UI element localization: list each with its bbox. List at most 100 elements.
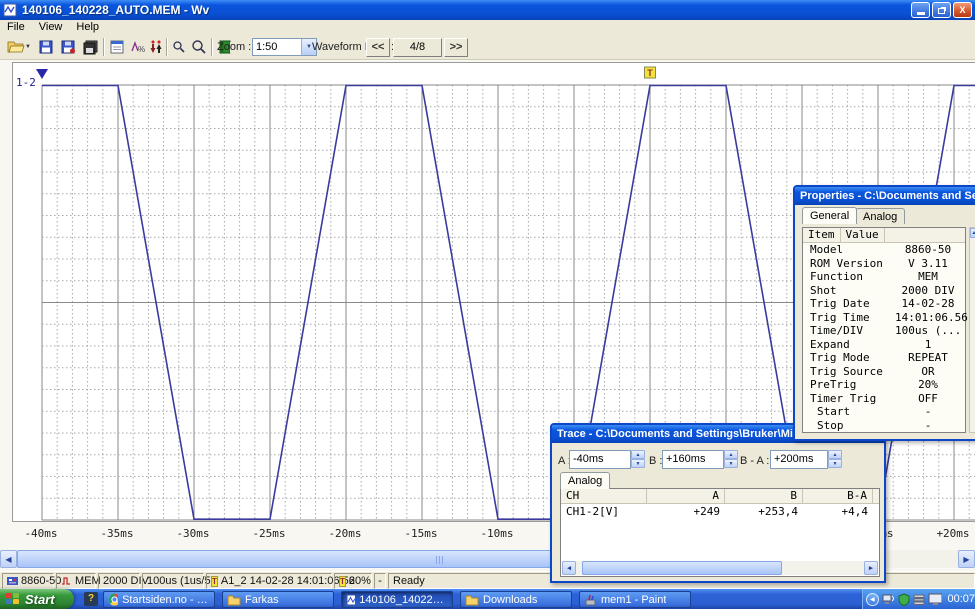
spin-down-icon[interactable]: ▼	[724, 459, 738, 468]
cursor-b-spinner[interactable]: ▲ ▼	[724, 450, 738, 469]
open-folder-icon	[7, 39, 25, 55]
toolbar-separator	[166, 38, 168, 56]
taskbar-item-downloads[interactable]: Downloads	[460, 591, 572, 608]
x-axis-label: -30ms	[168, 527, 218, 540]
property-item: Trig Time	[803, 311, 895, 325]
arrows-up-down-icon	[148, 39, 164, 55]
trigger-icon: T	[211, 576, 218, 587]
scrollbar-thumb[interactable]	[582, 561, 782, 575]
trace-table: CH A B B-A CH1-2[V]+249+253,4+4,4 ◀ ▶	[560, 488, 880, 577]
property-row: Stop-	[803, 419, 965, 433]
property-item: Timer Trig	[803, 392, 895, 406]
column-b-a: B-A	[803, 489, 873, 504]
save-as-button[interactable]	[58, 37, 78, 57]
properties-sheet-icon	[109, 39, 125, 55]
menu-view[interactable]: View	[32, 20, 70, 34]
folder-icon	[227, 594, 241, 606]
next-file-button[interactable]: >>	[444, 38, 468, 57]
properties-table: Item Value Model8860-50ROM VersionV 3.11…	[802, 227, 966, 433]
zoom-select[interactable]: 1:50 ▼	[252, 38, 317, 56]
taskbar-item-farkas[interactable]: Farkas	[222, 591, 334, 608]
taskbar-item-paint[interactable]: mem1 - Paint	[579, 591, 691, 608]
properties-window-title[interactable]: Properties - C:\Documents and Settings\B	[795, 187, 975, 205]
properties-vertical-scrollbar[interactable]: ▲	[969, 227, 975, 433]
collapse-chevron-icon[interactable]: ◀	[866, 593, 879, 606]
cursor-a-spinner[interactable]: ▲ ▼	[631, 450, 645, 469]
status-timediv: 100us (1us/5)	[142, 573, 204, 589]
cursor-b-input[interactable]: +160ms	[662, 450, 724, 469]
property-value: 20%	[895, 378, 961, 392]
column-ch: CH	[561, 489, 647, 504]
spin-down-icon[interactable]: ▼	[631, 459, 645, 468]
layers-icon[interactable]	[913, 593, 925, 605]
scroll-right-icon[interactable]: ▶	[864, 561, 878, 575]
open-file-button[interactable]: ▼	[4, 37, 34, 57]
minimize-button[interactable]	[911, 2, 930, 18]
tab-analog[interactable]: Analog	[560, 472, 610, 489]
property-value: 1	[895, 338, 961, 352]
menu-help[interactable]: Help	[69, 20, 106, 34]
zoom-in-button[interactable]	[190, 37, 208, 57]
svg-text:%: %	[138, 45, 145, 54]
property-value: 14-02-28	[895, 297, 961, 311]
trace-table-body: CH1-2[V]+249+253,4+4,4	[561, 504, 879, 519]
taskbar-item-browser[interactable]: Startsiden.no - Googl...	[103, 591, 215, 608]
cursor-b-a-spinner[interactable]: ▲ ▼	[828, 450, 842, 469]
spin-down-icon[interactable]: ▼	[828, 459, 842, 468]
browser-icon	[108, 593, 118, 606]
system-tray: ◀ 00:07	[862, 589, 975, 609]
property-item: Function	[803, 270, 895, 284]
waveform-convert-button[interactable]: %	[128, 37, 148, 57]
tab-analog[interactable]: Analog	[855, 208, 905, 224]
scroll-up-icon[interactable]: ▲	[970, 228, 975, 238]
property-item: ROM Version	[803, 257, 895, 271]
save-button[interactable]	[36, 37, 56, 57]
property-row: Shot2000 DIV	[803, 284, 965, 298]
transfer-button[interactable]	[146, 37, 166, 57]
cursor-b-a-input[interactable]: +200ms	[770, 450, 828, 469]
cursor-a-input[interactable]: -40ms	[569, 450, 631, 469]
paint-icon	[584, 594, 597, 606]
open-dropdown-arrow-icon: ▼	[25, 44, 31, 50]
x-axis-label: -10ms	[472, 527, 522, 540]
network-icon[interactable]	[882, 593, 896, 606]
menu-file[interactable]: File	[0, 20, 32, 34]
shield-icon[interactable]	[898, 593, 910, 606]
scroll-left-icon[interactable]: ◀	[0, 550, 17, 568]
taskbar: Start ? Startsiden.no - Googl... Farkas …	[0, 589, 975, 609]
status-pretrig: T 20%	[334, 573, 372, 589]
property-item: Trig Source	[803, 365, 895, 379]
floppy-icon	[38, 39, 54, 55]
status-dash: -	[374, 573, 386, 589]
zoom-out-button[interactable]	[170, 37, 188, 57]
column-value: Value	[841, 228, 885, 243]
property-row: ROM VersionV 3.11	[803, 257, 965, 271]
trace-row[interactable]: CH1-2[V]+249+253,4+4,4	[561, 504, 879, 519]
previous-file-button[interactable]: <<	[366, 38, 390, 57]
property-row: Trig SourceOR	[803, 365, 965, 379]
close-button[interactable]: X	[953, 2, 972, 18]
device-icon	[7, 576, 18, 586]
status-model: 8860-50	[2, 573, 54, 589]
cursor-a-marker[interactable]	[36, 69, 48, 79]
restore-button[interactable]	[932, 2, 951, 18]
property-row: Model8860-50	[803, 243, 965, 257]
toolbar-separator	[211, 38, 213, 56]
tab-general[interactable]: General	[802, 207, 857, 224]
properties-table-body: Model8860-50ROM VersionV 3.11FunctionMEM…	[803, 243, 965, 432]
column-b: B	[725, 489, 803, 504]
display-icon[interactable]	[928, 593, 943, 606]
properties-button[interactable]	[107, 37, 127, 57]
scroll-right-icon[interactable]: ▶	[958, 550, 975, 568]
copy-to-disk-button[interactable]	[80, 37, 100, 57]
spin-up-icon[interactable]: ▲	[828, 450, 842, 459]
spin-up-icon[interactable]: ▲	[724, 450, 738, 459]
taskbar-item-wv[interactable]: 140106_140228_AUT...	[341, 591, 453, 608]
start-button[interactable]: Start	[0, 589, 74, 609]
property-value: -	[895, 405, 961, 419]
trace-horizontal-scrollbar[interactable]: ◀ ▶	[562, 561, 878, 575]
spin-up-icon[interactable]: ▲	[631, 450, 645, 459]
property-item: Trig Mode	[803, 351, 895, 365]
quick-launch-help-icon[interactable]: ?	[84, 592, 98, 606]
scroll-left-icon[interactable]: ◀	[562, 561, 576, 575]
